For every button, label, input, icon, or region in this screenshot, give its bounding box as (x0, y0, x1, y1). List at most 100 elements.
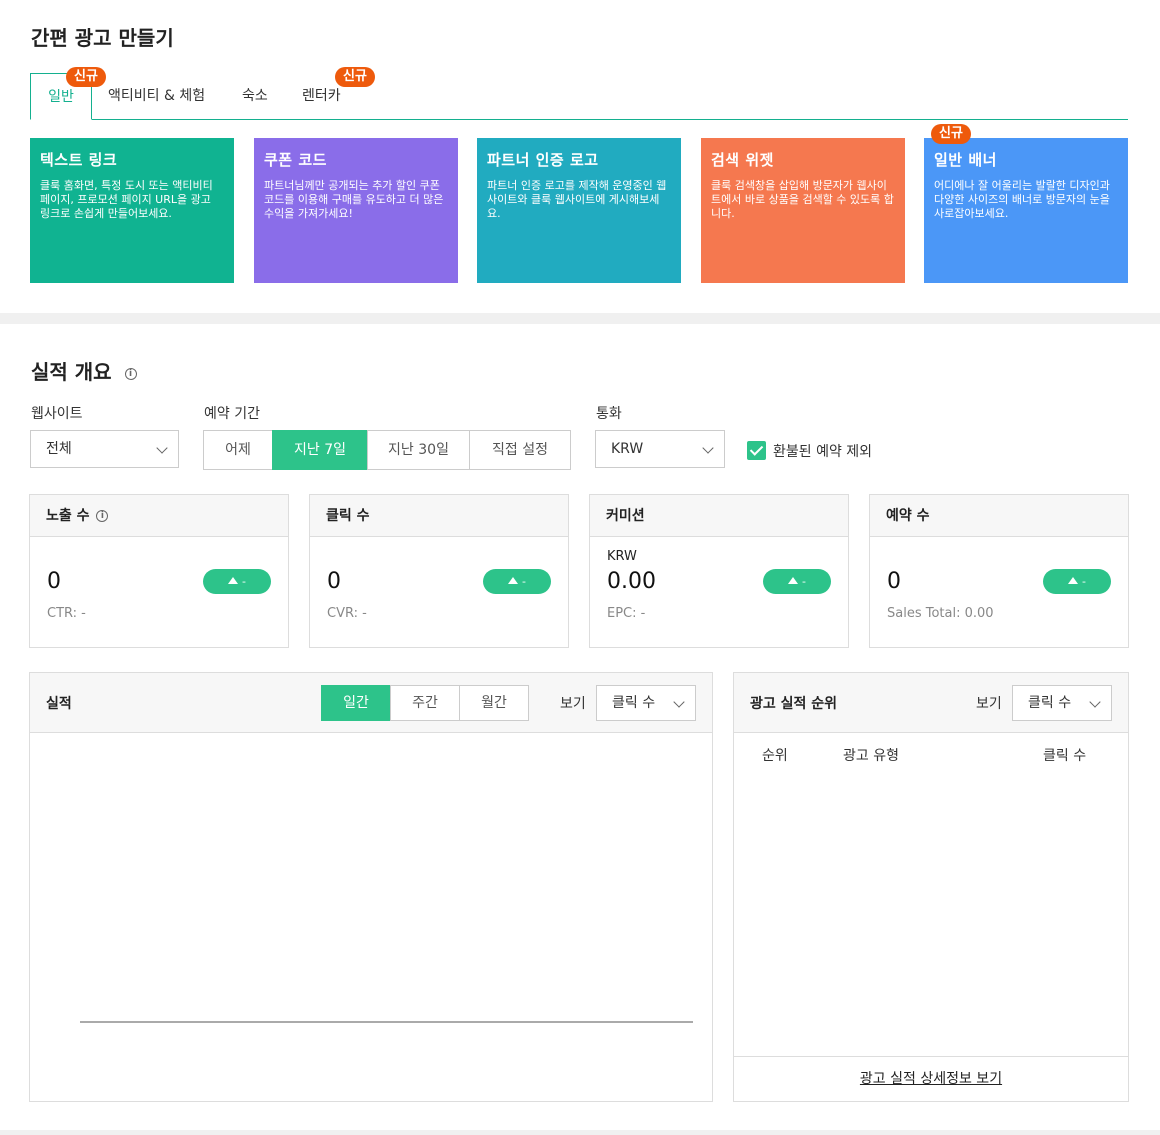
stat-sub: Sales Total: 0.00 (887, 606, 994, 621)
stat-value: 0 (887, 569, 901, 594)
tab-label: 일반 (48, 89, 74, 105)
website-label: 웹사이트 (31, 406, 83, 422)
column-header-rank: 순위 (762, 748, 788, 764)
ranking-header: 광고 실적 순위 보기 클릭 수 (734, 673, 1128, 733)
select-value: 전체 (46, 441, 72, 457)
metric-select[interactable]: 클릭 수 (596, 685, 696, 721)
stat-value: 0.00 (607, 569, 656, 594)
info-icon[interactable]: i (96, 510, 109, 522)
ad-creation-panel: 간편 광고 만들기 일반 액티비티 & 체험 숙소 렌터카 신규 신규 텍스트 … (0, 0, 1160, 313)
stat-clicks: 클릭 수 0 - CVR: - (309, 494, 569, 648)
performance-box: 실적 일간 주간 월간 보기 클릭 수 (29, 672, 713, 1102)
stat-label: 커미션 (606, 508, 645, 524)
select-value: 클릭 수 (1028, 695, 1072, 711)
stat-label: 예약 수 (886, 508, 930, 524)
performance-header: 실적 일간 주간 월간 보기 클릭 수 (30, 673, 712, 733)
card-desc: 파트너님께만 공개되는 추가 할인 쿠폰 코드를 이용해 구매를 유도하고 더 … (264, 179, 444, 220)
period-label: 예약 기간 (204, 406, 260, 422)
card-coupon-code[interactable]: 쿠폰 코드 파트너님께만 공개되는 추가 할인 쿠폰 코드를 이용해 구매를 유… (254, 138, 458, 283)
trend-badge: - (1043, 569, 1111, 594)
new-badge: 신규 (931, 124, 971, 144)
trend-badge: - (203, 569, 271, 594)
card-desc: 클룩 홈화면, 특정 도시 또는 액티비티 페이지, 프로모션 페이지 URL을… (40, 179, 213, 220)
chevron-down-icon (673, 696, 685, 708)
stat-sub: EPC: - (607, 606, 646, 621)
column-header-clicks: 클릭 수 (1043, 748, 1087, 764)
card-desc: 클룩 검색창을 삽입해 방문자가 웹사이트에서 바로 상품을 검색할 수 있도록… (711, 179, 894, 220)
ad-type-tabs: 일반 액티비티 & 체험 숙소 렌터카 (30, 73, 1128, 120)
ranking-detail-link[interactable]: 광고 실적 상세정보 보기 (734, 1056, 1128, 1101)
currency-select[interactable]: KRW (595, 430, 725, 468)
interval-option[interactable]: 월간 (459, 685, 529, 721)
period-option[interactable]: 지난 30일 (367, 430, 470, 470)
select-value: KRW (611, 441, 644, 457)
stat-header: 노출 수 i (30, 495, 288, 537)
trend-badge: - (483, 569, 551, 594)
ranking-box: 광고 실적 순위 보기 클릭 수 (733, 672, 1129, 1102)
card-desc: 파트너 인증 로고를 제작해 운영중인 웹사이트와 클룩 웹사이트에 게시해보세… (487, 179, 667, 220)
card-title: 텍스트 링크 (40, 151, 118, 169)
trend-value: - (522, 575, 526, 588)
new-badge: 신규 (335, 67, 375, 87)
stat-commission: 커미션 KRW 0.00 - EPC: - (589, 494, 849, 648)
stat-value: 0 (47, 569, 61, 594)
tab-stay[interactable]: 숙소 (242, 73, 268, 120)
arrow-up-icon (228, 577, 238, 584)
stat-label: 노출 수 (46, 508, 90, 524)
period-option[interactable]: 어제 (203, 430, 273, 470)
chevron-down-icon (156, 442, 168, 454)
stat-header: 클릭 수 (310, 495, 568, 537)
chevron-down-icon (702, 442, 714, 454)
interval-option[interactable]: 일간 (321, 685, 391, 721)
card-title: 쿠폰 코드 (264, 151, 327, 169)
period-option[interactable]: 지난 7일 (272, 430, 368, 470)
currency-label: 통화 (596, 406, 622, 422)
column-header-ad-type: 광고 유형 (843, 748, 899, 764)
section-title-text: 실적 개요 (31, 360, 112, 384)
trend-badge: - (763, 569, 831, 594)
card-banner[interactable]: 일반 배너 어디에나 잘 어울리는 발랄한 디자인과 다양한 사이즈의 배너로 … (924, 138, 1128, 283)
performance-title: 실적 (46, 696, 72, 712)
view-label: 보기 (560, 696, 586, 712)
ranking-title: 광고 실적 순위 (750, 696, 838, 712)
card-title: 일반 배너 (934, 151, 997, 169)
section-title: 실적 개요 i (31, 356, 137, 385)
card-text-link[interactable]: 텍스트 링크 클룩 홈화면, 특정 도시 또는 액티비티 페이지, 프로모션 페… (30, 138, 234, 283)
trend-value: - (242, 575, 246, 588)
trend-value: - (1082, 575, 1086, 588)
arrow-up-icon (508, 577, 518, 584)
arrow-up-icon (788, 577, 798, 584)
tab-label: 숙소 (242, 88, 268, 104)
card-search-widget[interactable]: 검색 위젯 클룩 검색창을 삽입해 방문자가 웹사이트에서 바로 상품을 검색할… (701, 138, 905, 283)
ranking-metric-select[interactable]: 클릭 수 (1012, 685, 1112, 721)
info-icon[interactable]: i (124, 367, 137, 380)
trend-value: - (802, 575, 806, 588)
tab-label: 액티비티 & 체험 (108, 88, 206, 104)
tab-activity[interactable]: 액티비티 & 체험 (108, 73, 205, 120)
select-value: 클릭 수 (612, 695, 656, 711)
stat-sub: CVR: - (327, 606, 367, 621)
card-title: 파트너 인증 로고 (487, 151, 599, 169)
view-label: 보기 (976, 696, 1002, 712)
stat-label: 클릭 수 (326, 508, 370, 524)
website-select[interactable]: 전체 (30, 430, 179, 468)
new-badge: 신규 (66, 67, 106, 87)
chevron-down-icon (1089, 696, 1101, 708)
stat-currency: KRW (607, 549, 637, 564)
page-title: 간편 광고 만들기 (31, 26, 174, 50)
performance-chart (80, 1021, 693, 1023)
card-title: 검색 위젯 (711, 151, 774, 169)
arrow-up-icon (1068, 577, 1078, 584)
stat-value: 0 (327, 569, 341, 594)
stat-impressions: 노출 수 i 0 - CTR: - (29, 494, 289, 648)
stat-bookings: 예약 수 0 - Sales Total: 0.00 (869, 494, 1129, 648)
card-partner-logo[interactable]: 파트너 인증 로고 파트너 인증 로고를 제작해 운영중인 웹사이트와 클룩 웹… (477, 138, 681, 283)
card-desc: 어디에나 잘 어울리는 발랄한 디자인과 다양한 사이즈의 배너로 방문자의 눈… (934, 179, 1110, 220)
stat-header: 예약 수 (870, 495, 1128, 537)
exclude-refund-checkbox[interactable] (747, 441, 766, 460)
stat-sub: CTR: - (47, 606, 86, 621)
period-option[interactable]: 직접 설정 (469, 430, 571, 470)
interval-option[interactable]: 주간 (390, 685, 460, 721)
tab-label: 렌터카 (302, 88, 341, 104)
exclude-refund-label: 환불된 예약 제외 (773, 444, 873, 460)
